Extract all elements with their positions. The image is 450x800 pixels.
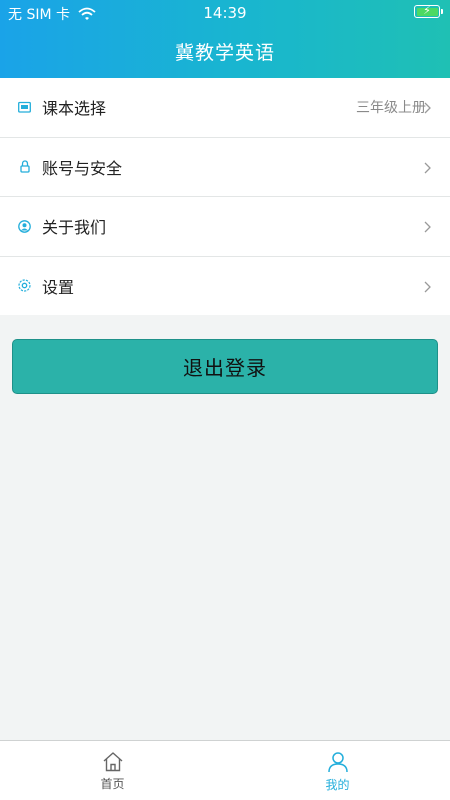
menu-item-textbook[interactable]: 课本选择 三年级上册: [0, 78, 450, 138]
menu-item-label: 设置: [42, 277, 75, 297]
user-circle-icon: [18, 219, 31, 233]
profile-icon: [327, 752, 348, 773]
menu-item-account-security[interactable]: 账号与安全: [0, 137, 450, 197]
chevron-right-icon: [422, 219, 432, 233]
selected-textbook-value: 三年级上册: [356, 100, 426, 117]
chevron-right-icon: [422, 160, 432, 174]
settings-menu: 课本选择 三年级上册 账号与安全 关于我们 设置: [0, 78, 450, 315]
lock-icon: [18, 160, 31, 173]
menu-item-label: 课本选择: [42, 99, 107, 119]
home-icon: [103, 752, 122, 772]
header: 无 SIM 卡 14:39 ⚡ 冀教学英语: [0, 0, 450, 78]
battery-icon: ⚡: [414, 4, 443, 18]
menu-item-label: 关于我们: [42, 218, 107, 238]
menu-item-settings[interactable]: 设置: [0, 256, 450, 315]
gear-icon: [18, 279, 31, 292]
menu-item-about-us[interactable]: 关于我们: [0, 197, 450, 257]
tab-label: 我的: [325, 778, 350, 792]
tab-label: 首页: [100, 777, 125, 791]
tab-mine[interactable]: 我的: [225, 741, 450, 800]
chevron-right-icon: [422, 279, 432, 293]
bottom-tab-bar: 首页 我的: [0, 740, 450, 800]
logout-button[interactable]: 退出登录: [12, 339, 438, 394]
page-title: 冀教学英语: [174, 42, 275, 64]
tab-home[interactable]: 首页: [0, 741, 225, 800]
menu-item-label: 账号与安全: [42, 158, 123, 178]
status-bar: 无 SIM 卡 14:39 ⚡: [0, 0, 450, 24]
book-icon: [18, 101, 31, 114]
chevron-right-icon: [422, 100, 432, 114]
clock: 14:39: [203, 4, 247, 22]
